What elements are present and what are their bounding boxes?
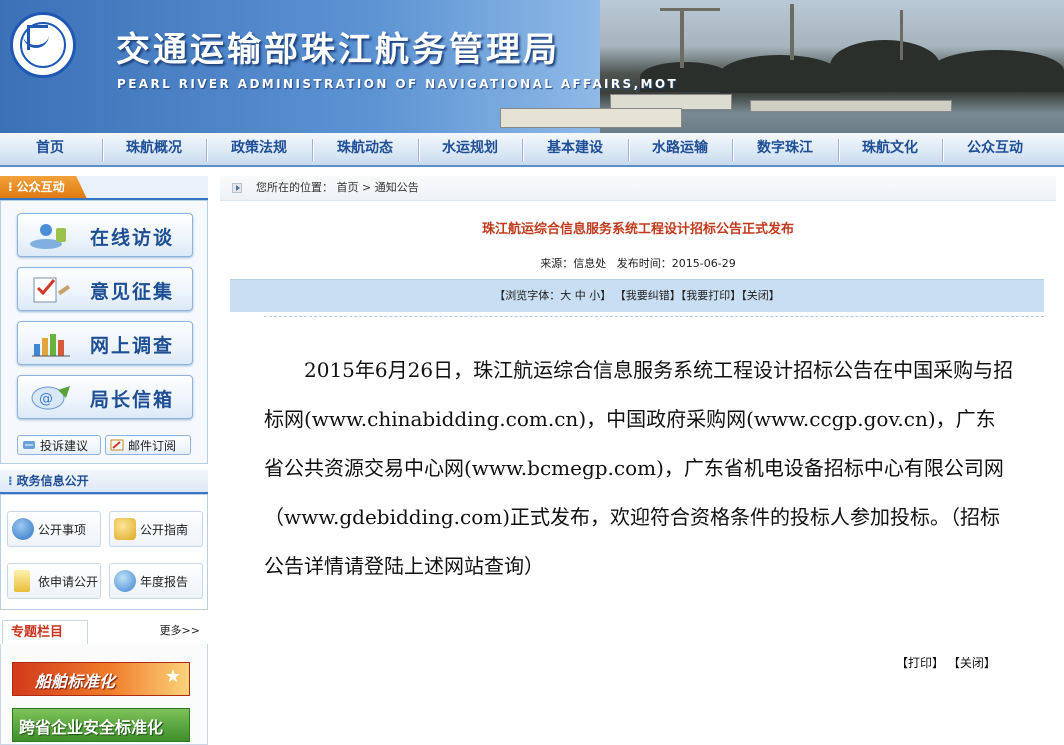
site-title-en: PEARL RIVER ADMINISTRATION OF NAVIGATION… — [117, 77, 679, 91]
site-title: 交通运输部珠江航务管理局 — [116, 30, 560, 70]
public-items-button[interactable]: 公开事项 — [7, 511, 101, 547]
emblem-logo[interactable] — [10, 12, 76, 78]
annual-report-button[interactable]: 年度报告 — [109, 563, 203, 599]
article-footer-links: 【打印】 【关闭】 — [896, 654, 996, 671]
topics-tab: 专题栏目 — [2, 620, 88, 644]
footer-print-link[interactable]: 【打印】 — [896, 656, 944, 670]
star-icon: ★ — [164, 666, 181, 687]
article-body: 2015年6月26日，珠江航运综合信息服务系统工程设计招标公告在中国采购与招标网… — [264, 358, 1014, 578]
nav-item-news[interactable]: 珠航动态 — [314, 133, 416, 165]
header-banner: 交通运输部珠江航务管理局 PEARL RIVER ADMINISTRATION … — [0, 0, 1064, 133]
document-icon — [14, 570, 30, 592]
font-small-link[interactable]: 小 — [589, 289, 600, 302]
mail-icon: @ — [31, 386, 70, 410]
gov-info-header: ⁝ 政务信息公开 — [0, 470, 208, 494]
apply-disclosure-button[interactable]: 依申请公开 — [7, 563, 101, 599]
nav-item-planning[interactable]: 水运规划 — [420, 133, 520, 165]
gov-info-panel: 公开事项 公开指南 依申请公开 年度报告 — [0, 494, 208, 610]
public-interaction-tab: ⁝ 公众互动 — [0, 176, 87, 198]
print-link[interactable]: 【我要打印】 — [681, 289, 742, 302]
main-nav: 首页 珠航概况 政策法规 珠航动态 水运规划 基本建设 水路运输 数字珠江 珠航… — [0, 133, 1064, 167]
director-mailbox-button[interactable]: @ 局长信箱 — [17, 375, 193, 419]
pencil-icon — [110, 439, 124, 451]
breadcrumb: 您所在的位置： 首页 > 通知公告 — [220, 176, 1056, 201]
main-content: 您所在的位置： 首页 > 通知公告 珠江航运综合信息服务系统工程设计招标公告正式… — [220, 176, 1056, 744]
globe-icon — [12, 518, 34, 540]
harbor-photo — [500, 0, 1064, 133]
public-interaction-header: ⁝ 公众互动 — [0, 176, 208, 200]
article-title: 珠江航运综合信息服务系统工程设计招标公告正式发布 — [481, 222, 794, 237]
bar-chart-icon — [32, 334, 70, 357]
breadcrumb-current-link[interactable]: 通知公告 — [375, 181, 419, 194]
public-interaction-panel: 在线访谈 意见征集 网上调查 @ 局长信箱 投诉建议 邮件订阅 — [0, 200, 208, 464]
footer-close-link[interactable]: 【关闭】 — [948, 656, 996, 670]
sidebar: ⁝ 公众互动 在线访谈 意见征集 网上调查 @ 局长信箱 投诉建议 邮件订阅 ⁝… — [0, 176, 208, 745]
font-medium-link[interactable]: 中 — [575, 289, 586, 302]
topics-section: 专题栏目 更多>> 船舶标准化 ★ 跨省企业安全标准化 — [0, 620, 208, 745]
enterprise-safety-banner[interactable]: 跨省企业安全标准化 — [12, 708, 190, 742]
more-link[interactable]: 更多>> — [160, 622, 200, 638]
nav-item-policy[interactable]: 政策法规 — [208, 133, 310, 165]
nav-item-transport[interactable]: 水路运输 — [630, 133, 730, 165]
nav-item-digital[interactable]: 数字珠江 — [734, 133, 836, 165]
nav-item-overview[interactable]: 珠航概况 — [104, 133, 204, 165]
handshake-icon — [23, 441, 35, 449]
close-link[interactable]: 【关闭】 — [741, 289, 780, 302]
breadcrumb-home-link[interactable]: 首页 — [337, 181, 359, 194]
article-toolbar: 【浏览字体：大 中 小】 【我要纠错】【我要打印】【关闭】 — [230, 279, 1044, 312]
breadcrumb-prefix: 您所在的位置： — [256, 181, 333, 194]
microphone-person-icon — [30, 224, 66, 249]
article-source: 信息处 — [573, 257, 607, 270]
nav-item-culture[interactable]: 珠航文化 — [840, 133, 940, 165]
complaint-button[interactable]: 投诉建议 — [17, 435, 101, 455]
gov-info-tab: ⁝ 政务信息公开 — [8, 474, 89, 488]
opinion-collection-button[interactable]: 意见征集 — [17, 267, 193, 311]
divider — [264, 316, 1044, 317]
report-error-link[interactable]: 【我要纠错】 — [615, 289, 681, 302]
font-large-link[interactable]: 大 — [560, 289, 571, 302]
nav-item-public[interactable]: 公众互动 — [944, 133, 1046, 165]
clipboard-check-icon — [33, 277, 71, 303]
article-date: 2015-06-29 — [671, 257, 736, 270]
ship-standardization-banner[interactable]: 船舶标准化 ★ — [12, 662, 190, 696]
globe-icon — [114, 570, 136, 592]
nav-item-construction[interactable]: 基本建设 — [524, 133, 626, 165]
nav-item-home[interactable]: 首页 — [0, 133, 100, 165]
public-guide-button[interactable]: 公开指南 — [109, 511, 203, 547]
online-interview-button[interactable]: 在线访谈 — [17, 213, 193, 257]
folder-icon — [114, 518, 136, 540]
article-meta: 来源：信息处 发布时间：2015-06-29 — [540, 257, 736, 270]
online-survey-button[interactable]: 网上调查 — [17, 321, 193, 365]
svg-text:@: @ — [39, 391, 53, 407]
mail-subscribe-button[interactable]: 邮件订阅 — [105, 435, 191, 455]
arrow-right-icon — [232, 183, 242, 193]
